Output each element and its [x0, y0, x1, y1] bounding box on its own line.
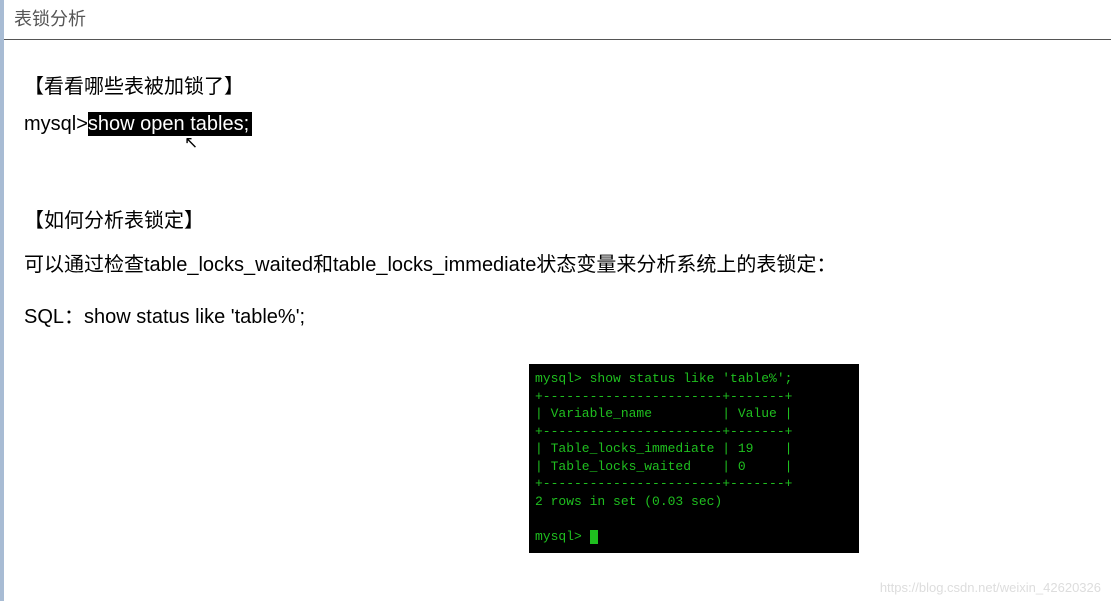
command-line-show-open-tables: mysql>show open tables; ↖ — [24, 107, 252, 141]
terminal-line: mysql> show status like 'table%'; — [535, 371, 792, 386]
analysis-paragraph: 可以通过检查table_locks_waited和table_locks_imm… — [24, 248, 1111, 282]
terminal-cursor-icon — [590, 530, 598, 544]
terminal-summary: 2 rows in set (0.03 sec) — [535, 494, 722, 509]
terminal-separator: +-----------------------+-------+ — [535, 476, 792, 491]
terminal-data-row: | Table_locks_waited | 0 | — [535, 459, 792, 474]
terminal-header-row: | Variable_name | Value | — [535, 406, 792, 421]
terminal-data-row: | Table_locks_immediate | 19 | — [535, 441, 792, 456]
sql-example-line: SQL：show status like 'table%'; — [24, 300, 1111, 334]
terminal-separator: +-----------------------+-------+ — [535, 389, 792, 404]
terminal-separator: +-----------------------+-------+ — [535, 424, 792, 439]
section-heading-locked-tables: 【看看哪些表被加锁了】 — [24, 70, 1111, 104]
mysql-prompt: mysql> — [24, 113, 88, 135]
terminal-prompt: mysql> — [535, 529, 590, 544]
selected-command-text: show open tables; — [88, 112, 252, 136]
watermark-text: https://blog.csdn.net/weixin_42620326 — [880, 580, 1101, 595]
section-heading-analyze-lock: 【如何分析表锁定】 — [24, 204, 1111, 238]
panel-title: 表锁分析 — [4, 0, 1111, 40]
terminal-output: mysql> show status like 'table%'; +-----… — [529, 364, 859, 553]
document-body: 【看看哪些表被加锁了】 mysql>show open tables; ↖ 【如… — [4, 40, 1111, 553]
